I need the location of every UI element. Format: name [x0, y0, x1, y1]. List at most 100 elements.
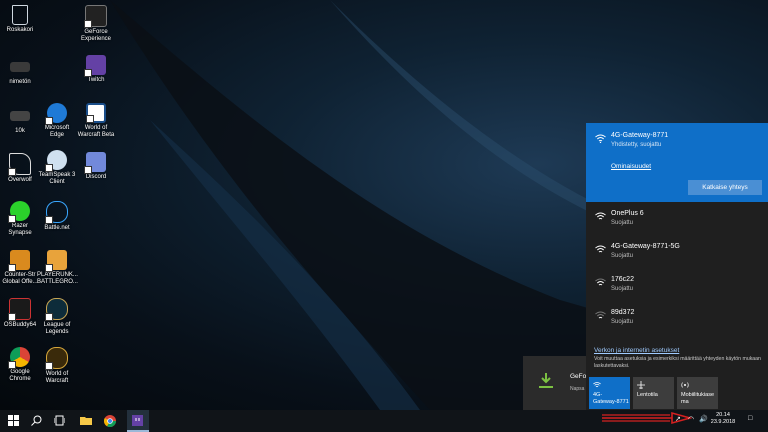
network-status: Suojattu: [611, 220, 634, 226]
network-status: Suojattu: [611, 253, 634, 259]
league-of-legends-shortcut[interactable]: League of Legends: [37, 298, 77, 336]
desktop-icon-label: Roskakori: [6, 27, 34, 33]
recycle-bin-glyph-icon: [12, 5, 28, 25]
wifi-signal-icon: [595, 212, 606, 220]
desktop-icon-label: League of Legends: [43, 322, 71, 335]
overwolf-shortcut[interactable]: Overwolf: [0, 153, 40, 184]
chrome-icon: [104, 415, 116, 427]
nimeton-shortcut[interactable]: nimetön: [0, 57, 40, 86]
wow-icon: [45, 347, 68, 370]
hotspot-icon: [681, 382, 689, 388]
network-item[interactable]: OnePlus 6 Suojattu: [586, 204, 768, 237]
battlenet-icon: [45, 201, 68, 224]
desktop-icon-label: World of Warcraft: [45, 371, 69, 384]
connected-network[interactable]: 4G-Gateway-8771 Yhdistetty, suojattu Omi…: [586, 123, 768, 202]
mobile-hotspot-quick-action[interactable]: Mobiilitukiase ma: [677, 377, 718, 409]
airplane-mode-quick-action[interactable]: Lentotila: [633, 377, 674, 409]
start-button[interactable]: [3, 410, 25, 432]
game-thumbnail-icon: [10, 62, 30, 72]
chrome-icon: [8, 347, 30, 369]
discord-shortcut[interactable]: Discord: [76, 152, 116, 181]
network-name: 176c22: [611, 276, 634, 283]
desktop-icon-label: nimetön: [9, 79, 31, 85]
twitch-taskbar-button[interactable]: [127, 410, 149, 432]
razer-synapse-shortcut[interactable]: Razer Synapse: [0, 201, 40, 237]
desktop-icon-label: Twitch: [87, 77, 105, 83]
task-view-icon: [54, 415, 65, 426]
desktop-icon-label: 10k: [15, 128, 25, 134]
game-thumbnail-icon: [10, 111, 30, 121]
10k-shortcut[interactable]: 10k: [0, 108, 40, 135]
wow-beta-icon: [86, 103, 106, 123]
chrome-taskbar-button[interactable]: [99, 410, 121, 432]
connected-network-status: Yhdistetty, suojattu: [611, 142, 662, 148]
recycle-bin-icon[interactable]: Roskakori: [0, 5, 40, 34]
volume-tray-icon[interactable]: 🔊: [699, 415, 708, 423]
osbuddy-shortcut[interactable]: OSBuddy64: [0, 298, 40, 329]
csgo-shortcut[interactable]: Counter-Str Global Offe...: [0, 250, 40, 286]
airplane-mode-label: Lentotila: [637, 392, 658, 398]
discord-icon: [84, 152, 106, 174]
network-status: Suojattu: [611, 286, 634, 292]
osbuddy-icon: [8, 298, 31, 321]
desktop-icon-label: Microsoft Edge: [44, 125, 70, 138]
network-tray-icon[interactable]: ↗: [675, 415, 681, 423]
task-view-button[interactable]: [49, 410, 71, 432]
wow-beta-shortcut[interactable]: World of Warcraft Beta: [76, 103, 116, 139]
wifi-signal-icon: [595, 134, 606, 143]
taskbar-clock[interactable]: 20.14 23.9.2018: [708, 412, 738, 426]
wifi-signal-icon: [595, 311, 606, 319]
notification-toast[interactable]: GeFor Napsa: [523, 356, 588, 410]
desktop-icon-label: Discord: [85, 174, 107, 180]
wifi-tray-icon[interactable]: ◠: [688, 415, 694, 423]
airplane-icon: [637, 381, 645, 389]
search-button[interactable]: [26, 410, 48, 432]
network-name: OnePlus 6: [611, 210, 644, 217]
edge-icon: [45, 103, 67, 125]
teamspeak-icon: [45, 150, 67, 172]
google-chrome-shortcut[interactable]: Google Chrome: [0, 347, 40, 383]
windows-logo-icon: [8, 415, 19, 426]
twitch-shortcut[interactable]: Twitch: [76, 55, 116, 84]
network-item[interactable]: 4G-Gateway-8771-5G Suojattu: [586, 237, 768, 270]
network-settings-link[interactable]: Verkon ja internetin asetukset: [594, 347, 679, 354]
geforce-experience-shortcut[interactable]: GeForce Experience: [76, 5, 116, 43]
network-item[interactable]: 89d372 Suojattu: [586, 303, 768, 336]
battlenet-shortcut[interactable]: Battle.net: [37, 201, 77, 232]
wifi-signal-icon: [595, 278, 606, 286]
desktop-icon-label: GeForce Experience: [80, 29, 112, 42]
csgo-icon: [8, 250, 30, 272]
action-center-icon[interactable]: □: [748, 415, 752, 422]
desktop-icon-label: Google Chrome: [9, 369, 31, 382]
desktop-icon-label: Overwolf: [8, 177, 32, 183]
teamspeak-shortcut[interactable]: TeamSpeak 3 Client: [37, 150, 77, 186]
toast-subtitle: Napsa: [570, 386, 585, 392]
disconnect-button[interactable]: Katkaise yhteys: [688, 180, 762, 195]
pubg-shortcut[interactable]: PLAYERUNK... BATTLEGRO...: [37, 250, 78, 286]
search-icon: [31, 415, 42, 426]
pubg-icon: [45, 250, 67, 272]
desktop-icon-label: Counter-Str Global Offe...: [2, 272, 38, 285]
network-name: 89d372: [611, 309, 635, 316]
league-icon: [45, 298, 68, 321]
wifi-quick-action[interactable]: 4G- Gateway-8771: [589, 377, 630, 409]
desktop-icon-label: TeamSpeak 3 Client: [38, 172, 76, 185]
network-item[interactable]: 176c22 Suojattu: [586, 270, 768, 303]
twitch-icon: [132, 415, 143, 426]
mobile-hotspot-label: Mobiilitukiase ma: [681, 392, 715, 405]
file-explorer-button[interactable]: [75, 410, 97, 432]
geforce-icon: [84, 5, 107, 28]
network-flyout: 4G-Gateway-8771 Yhdistetty, suojattu Omi…: [586, 123, 768, 410]
desktop-icon-label: PLAYERUNK... BATTLEGRO...: [37, 272, 78, 285]
wow-shortcut[interactable]: World of Warcraft: [37, 347, 77, 385]
microsoft-edge-shortcut[interactable]: Microsoft Edge: [37, 103, 77, 139]
clock-time: 20.14: [716, 412, 730, 418]
desktop-icon-label: Razer Synapse: [8, 223, 32, 236]
folder-icon: [80, 417, 92, 425]
desktop-icon-label: World of Warcraft Beta: [77, 125, 115, 138]
connected-network-name: 4G-Gateway-8771: [611, 132, 669, 139]
clock-date: 23.9.2018: [710, 419, 736, 425]
desktop-icon-label: Battle.net: [44, 225, 70, 231]
wifi-signal-icon: [595, 245, 606, 253]
properties-link[interactable]: Ominaisuudet: [611, 163, 651, 170]
